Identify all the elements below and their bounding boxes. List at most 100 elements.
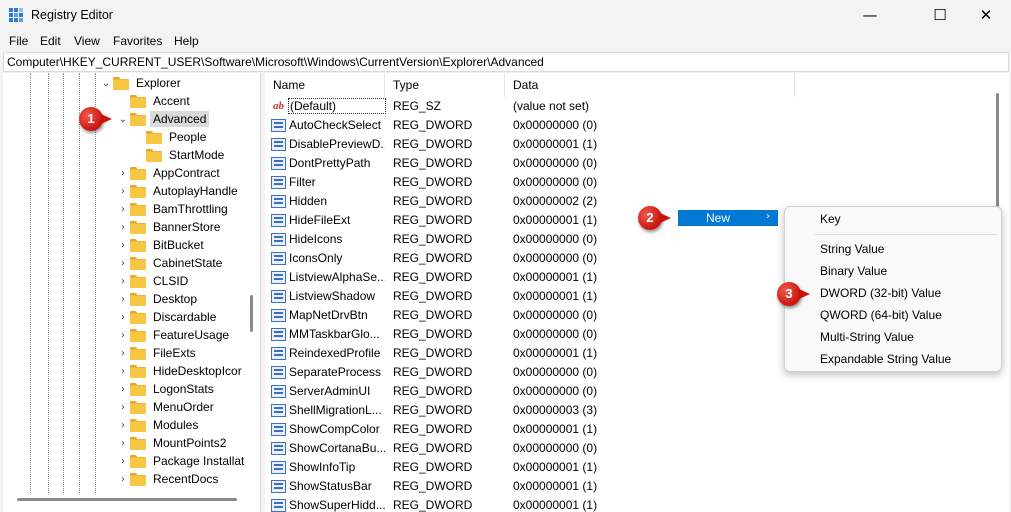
tree-pane[interactable]: ⌄ Explorer Accent ⌄ Advanced People StartMode ›… [3, 73, 261, 512]
chevron-down-icon[interactable]: ⌄ [99, 78, 113, 89]
table-row[interactable]: DontPrettyPath REG_DWORD 0x00000000 (0) [265, 155, 1009, 174]
value-type: REG_DWORD [393, 270, 473, 284]
value-type: REG_DWORD [393, 384, 473, 398]
table-row[interactable]: ServerAdminUI REG_DWORD 0x00000000 (0) [265, 383, 1009, 402]
chevron-right-icon[interactable]: › [116, 438, 130, 449]
chevron-right-icon[interactable]: › [116, 312, 130, 323]
tree-item-label: BitBucket [153, 238, 204, 252]
chevron-right-icon[interactable]: › [116, 168, 130, 179]
menu-item-qword-value[interactable]: QWORD (64-bit) Value [820, 308, 942, 322]
chevron-right-icon[interactable]: › [116, 258, 130, 269]
table-row[interactable]: ab (Default) REG_SZ (value not set) [265, 98, 1009, 117]
address-bar[interactable]: Computer\HKEY_CURRENT_USER\Software\Micr… [3, 52, 1009, 72]
menu-item-binary-value[interactable]: Binary Value [820, 264, 887, 278]
context-menu-item-new[interactable]: New › [678, 210, 778, 226]
chevron-right-icon[interactable]: › [116, 186, 130, 197]
tree-horizontal-scrollbar[interactable] [17, 498, 237, 501]
tree-item[interactable]: ⌄ Advanced [116, 110, 210, 128]
chevron-right-icon[interactable]: › [116, 276, 130, 287]
tree-item[interactable]: › LogonStats [116, 380, 217, 398]
menu-edit[interactable]: Edit [40, 34, 61, 48]
dword-value-icon [271, 385, 286, 398]
tree-item[interactable]: › MenuOrder [116, 398, 217, 416]
dword-value-icon [271, 214, 286, 227]
folder-icon [130, 418, 146, 432]
tree-item[interactable]: Accent [116, 92, 193, 110]
chevron-right-icon[interactable]: › [116, 420, 130, 431]
tree-item[interactable]: › Package Installat [116, 452, 247, 470]
tree-item[interactable]: ⌄ Explorer [99, 74, 184, 92]
maximize-button[interactable]: ☐ [917, 0, 963, 32]
chevron-right-icon[interactable]: › [116, 294, 130, 305]
table-row[interactable]: Filter REG_DWORD 0x00000000 (0) [265, 174, 1009, 193]
close-button[interactable]: ✕ [963, 0, 1009, 32]
minimize-button[interactable]: — [847, 0, 893, 32]
value-name: AutoCheckSelect [289, 118, 382, 132]
tree-item[interactable]: › Discardable [116, 308, 219, 326]
table-row[interactable]: ShowInfoTip REG_DWORD 0x00000001 (1) [265, 459, 1009, 478]
menu-file[interactable]: File [9, 34, 28, 48]
value-data: 0x00000001 (1) [513, 422, 598, 436]
table-row[interactable]: ShowStatusBar REG_DWORD 0x00000001 (1) [265, 478, 1009, 497]
folder-icon [130, 400, 146, 414]
chevron-right-icon[interactable]: › [116, 348, 130, 359]
menu-item-multi-string-value[interactable]: Multi-String Value [820, 330, 914, 344]
menu-favorites[interactable]: Favorites [113, 34, 162, 48]
tree-item[interactable]: › FeatureUsage [116, 326, 232, 344]
folder-icon [146, 148, 162, 162]
value-type: REG_DWORD [393, 498, 473, 512]
column-header-type[interactable]: Type [385, 73, 505, 97]
tree-guide-line [63, 73, 64, 493]
tree-item[interactable]: › MountPoints2 [116, 434, 229, 452]
value-type: REG_DWORD [393, 175, 473, 189]
value-name: SeparateProcess [289, 365, 382, 379]
menu-view[interactable]: View [74, 34, 100, 48]
chevron-right-icon[interactable]: › [116, 402, 130, 413]
tree-item[interactable]: › HideDesktopIcor [116, 362, 245, 380]
chevron-right-icon[interactable]: › [116, 474, 130, 485]
tree-item[interactable]: › RecentDocs [116, 470, 221, 488]
table-row[interactable]: ShowCortanaBu... REG_DWORD 0x00000000 (0) [265, 440, 1009, 459]
tree-item[interactable]: › FileExts [116, 344, 199, 362]
tree-item[interactable]: › BamThrottling [116, 200, 231, 218]
menu-help[interactable]: Help [174, 34, 199, 48]
tree-item[interactable]: StartMode [132, 146, 227, 164]
menu-item-key[interactable]: Key [820, 212, 841, 226]
value-data: 0x00000000 (0) [513, 156, 598, 170]
table-row[interactable]: DisablePreviewD... REG_DWORD 0x00000001 (1… [265, 136, 1009, 155]
tree-item[interactable]: › AutoplayHandle [116, 182, 241, 200]
value-data: 0x00000003 (3) [513, 403, 598, 417]
chevron-right-icon[interactable]: › [116, 330, 130, 341]
dword-value-icon [271, 138, 286, 151]
tree-item[interactable]: People [132, 128, 209, 146]
tree-item[interactable]: › Modules [116, 416, 201, 434]
menu-item-expandable-string-value[interactable]: Expandable String Value [820, 352, 951, 366]
dword-value-icon [271, 480, 286, 493]
tree-item[interactable]: › CabinetState [116, 254, 225, 272]
column-header-name[interactable]: Name [265, 73, 385, 97]
tree-item[interactable]: › CLSID [116, 272, 191, 290]
tree-item[interactable]: › BitBucket [116, 236, 207, 254]
column-header-data[interactable]: Data [505, 73, 795, 97]
table-row[interactable]: ShowSuperHidd... REG_DWORD 0x00000001 (1) [265, 497, 1009, 512]
menu-item-string-value[interactable]: String Value [820, 242, 884, 256]
table-row[interactable]: AutoCheckSelect REG_DWORD 0x00000000 (0) [265, 117, 1009, 136]
chevron-right-icon[interactable]: › [116, 456, 130, 467]
chevron-right-icon[interactable]: › [116, 366, 130, 377]
chevron-right-icon[interactable]: › [116, 204, 130, 215]
folder-icon [130, 328, 146, 342]
folder-icon [130, 436, 146, 450]
tree-item[interactable]: › AppContract [116, 164, 223, 182]
chevron-down-icon[interactable]: ⌄ [116, 114, 130, 125]
tree-vertical-scrollbar[interactable] [250, 295, 253, 332]
table-row[interactable]: ShowCompColor REG_DWORD 0x00000001 (1) [265, 421, 1009, 440]
chevron-right-icon[interactable]: › [116, 384, 130, 395]
chevron-right-icon[interactable]: › [116, 222, 130, 233]
chevron-right-icon[interactable]: › [116, 240, 130, 251]
tree-item[interactable]: › Desktop [116, 290, 200, 308]
folder-icon [130, 94, 146, 108]
tree-item[interactable]: › BannerStore [116, 218, 223, 236]
table-row[interactable]: ShellMigrationL... REG_DWORD 0x00000003 (3… [265, 402, 1009, 421]
value-type: REG_DWORD [393, 137, 473, 151]
menu-item-dword-value[interactable]: DWORD (32-bit) Value [820, 286, 941, 300]
